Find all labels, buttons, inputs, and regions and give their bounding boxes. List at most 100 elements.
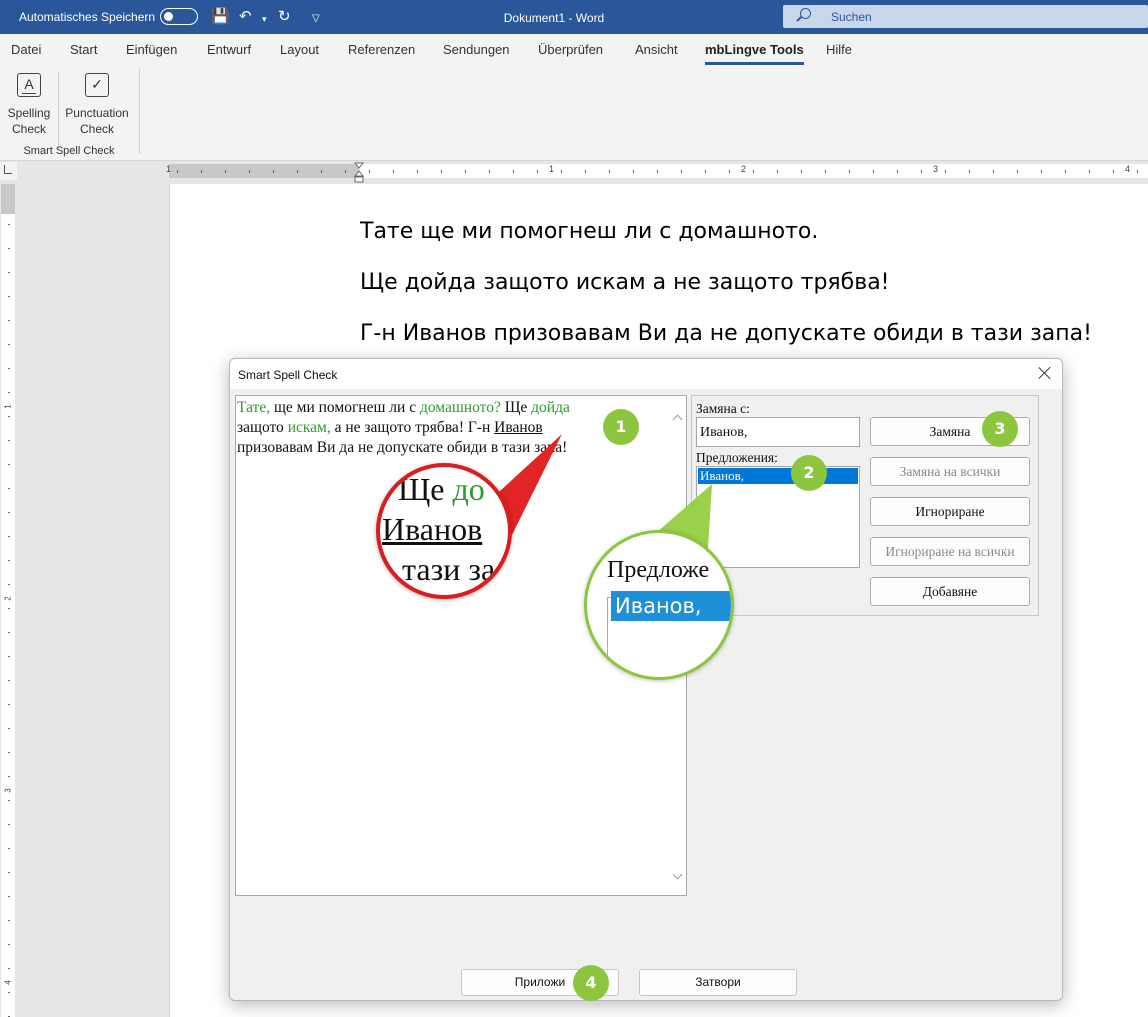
zoom-magnifier-green: Предложе Иванов, <box>584 530 734 680</box>
ribbon-group-separator <box>139 69 140 154</box>
ruler-number: 3 <box>933 164 939 174</box>
search-icon <box>800 8 811 19</box>
ruler-tick <box>825 170 826 173</box>
ruler-tick <box>801 170 802 173</box>
replace-with-label: Замяна с: <box>696 401 750 416</box>
ruler-tick <box>225 170 226 173</box>
ruler-tick <box>777 170 778 173</box>
callout-badge-2: 2 <box>791 455 827 491</box>
tab-hilfe[interactable]: Hilfe <box>826 42 852 57</box>
text-span: ще ми помогнеш ли с <box>270 399 420 416</box>
suggestions-label: Предложения: <box>696 450 778 465</box>
ruler-tick <box>249 170 250 173</box>
tab-ueberpruefen[interactable]: Überprüfen <box>538 42 603 57</box>
ribbon-separator <box>58 72 59 148</box>
corrected-word[interactable]: дойда <box>531 399 570 416</box>
ruler-tick <box>8 992 10 993</box>
spelling-check-button[interactable]: A Spelling Check <box>4 70 54 137</box>
document-line[interactable]: Тате ще ми помогнеш ли с домашното. <box>360 219 818 244</box>
punctuation-check-label-2: Check <box>79 122 114 136</box>
ruler-tick <box>8 728 10 729</box>
spelling-check-label-1: Spelling <box>7 106 51 120</box>
zoom-suggestions-label: Предложе <box>607 557 710 583</box>
ruler-tick <box>8 248 10 249</box>
ruler-tick <box>8 344 10 345</box>
ruler-tick <box>8 272 10 273</box>
ruler-margin-left <box>169 164 359 178</box>
horizontal-ruler[interactable]: 1 1 2 3 4 <box>166 164 1148 178</box>
ruler-tick <box>8 968 10 969</box>
tab-einfuegen[interactable]: Einfügen <box>126 42 177 57</box>
ribbon: A Spelling Check ✓ Punctuation Check Sma… <box>0 66 1148 161</box>
ruler-tick <box>849 170 850 173</box>
ruler-tick <box>441 170 442 173</box>
search-box[interactable]: Suchen <box>783 5 1148 28</box>
indent-marker[interactable] <box>354 162 364 184</box>
ruler-tick <box>8 560 10 561</box>
tab-referenzen[interactable]: Referenzen <box>348 42 415 57</box>
text-span: призовавам Ви да не допускате обиди в та… <box>237 439 568 456</box>
close-icon[interactable] <box>1038 366 1052 380</box>
ruler-tick <box>8 680 10 681</box>
ruler-number: 2 <box>3 596 13 601</box>
ruler-tick <box>8 392 10 393</box>
tab-mblingve-tools[interactable]: mbLingve Tools <box>705 42 804 65</box>
ribbon-tabs: Datei Start Einfügen Entwurf Layout Refe… <box>0 34 1148 66</box>
ruler-tick <box>345 170 346 173</box>
callout-badge-3: 3 <box>982 411 1018 447</box>
corrected-word[interactable]: домашното? <box>420 399 501 416</box>
tab-layout[interactable]: Layout <box>280 42 319 57</box>
ruler-tick <box>8 584 10 585</box>
ruler-tick <box>969 170 970 173</box>
text-span: а не защото трябва! Г-н <box>330 419 495 436</box>
tab-ansicht[interactable]: Ansicht <box>635 42 678 57</box>
ruler-tick <box>897 170 898 173</box>
ruler-tick <box>8 296 10 297</box>
ruler-tick <box>8 656 10 657</box>
punctuation-check-button[interactable]: ✓ Punctuation Check <box>62 70 132 137</box>
search-placeholder: Suchen <box>831 10 872 24</box>
ruler-tick <box>8 632 10 633</box>
suggestions-list[interactable]: Иванов, <box>696 466 860 568</box>
close-button[interactable]: Затвори <box>639 969 797 996</box>
ruler-tick <box>8 752 10 753</box>
ruler-tick <box>681 170 682 173</box>
ruler-tick <box>8 776 10 777</box>
ruler-tick <box>729 170 730 173</box>
title-bar: Automatisches Speichern 💾 ↶ ▾ ↻ ▽ Dokume… <box>0 0 1148 34</box>
ruler-number: 2 <box>741 164 747 174</box>
vertical-ruler[interactable]: 1 2 3 4 <box>1 184 15 1017</box>
ruler-tick <box>8 416 10 417</box>
ignore-button[interactable]: Игнориране <box>870 497 1030 526</box>
ruler-tick <box>8 536 10 537</box>
tab-sendungen[interactable]: Sendungen <box>443 42 510 57</box>
tab-selector[interactable] <box>0 162 17 180</box>
document-line[interactable]: Г-н Иванов призовавам Ви да не допускате… <box>360 321 1092 346</box>
ruler-tick <box>8 800 10 801</box>
corrected-word[interactable]: искам, <box>288 419 331 436</box>
add-button[interactable]: Добавяне <box>870 577 1030 606</box>
scroll-up-icon[interactable] <box>672 412 684 422</box>
ruler-tick <box>8 920 10 921</box>
scroll-down-icon[interactable] <box>672 871 684 881</box>
text-span: защото <box>237 419 288 436</box>
flagged-word[interactable]: Иванов <box>494 419 543 436</box>
tab-datei[interactable]: Datei <box>11 42 41 57</box>
text-span: Ще <box>500 399 532 416</box>
tab-entwurf[interactable]: Entwurf <box>207 42 251 57</box>
ruler-tick <box>8 512 10 513</box>
ruler-tick <box>753 170 754 173</box>
suggestion-item[interactable]: Иванов, <box>698 468 858 484</box>
ruler-tick <box>8 488 10 489</box>
ruler-tick <box>465 170 466 173</box>
corrected-word[interactable]: Тате, <box>237 399 270 416</box>
ruler-tick <box>8 872 10 873</box>
ignore-all-button[interactable]: Игнориране на всички <box>870 537 1030 566</box>
ruler-tick <box>1017 170 1018 173</box>
document-line[interactable]: Ще дойда защото искам а не защото трябва… <box>360 270 890 295</box>
ruler-tick <box>8 368 10 369</box>
ruler-tick <box>609 170 610 173</box>
replace-with-input[interactable]: Иванов, <box>696 417 860 447</box>
replace-all-button[interactable]: Замяна на всички <box>870 457 1030 486</box>
tab-start[interactable]: Start <box>70 42 97 57</box>
